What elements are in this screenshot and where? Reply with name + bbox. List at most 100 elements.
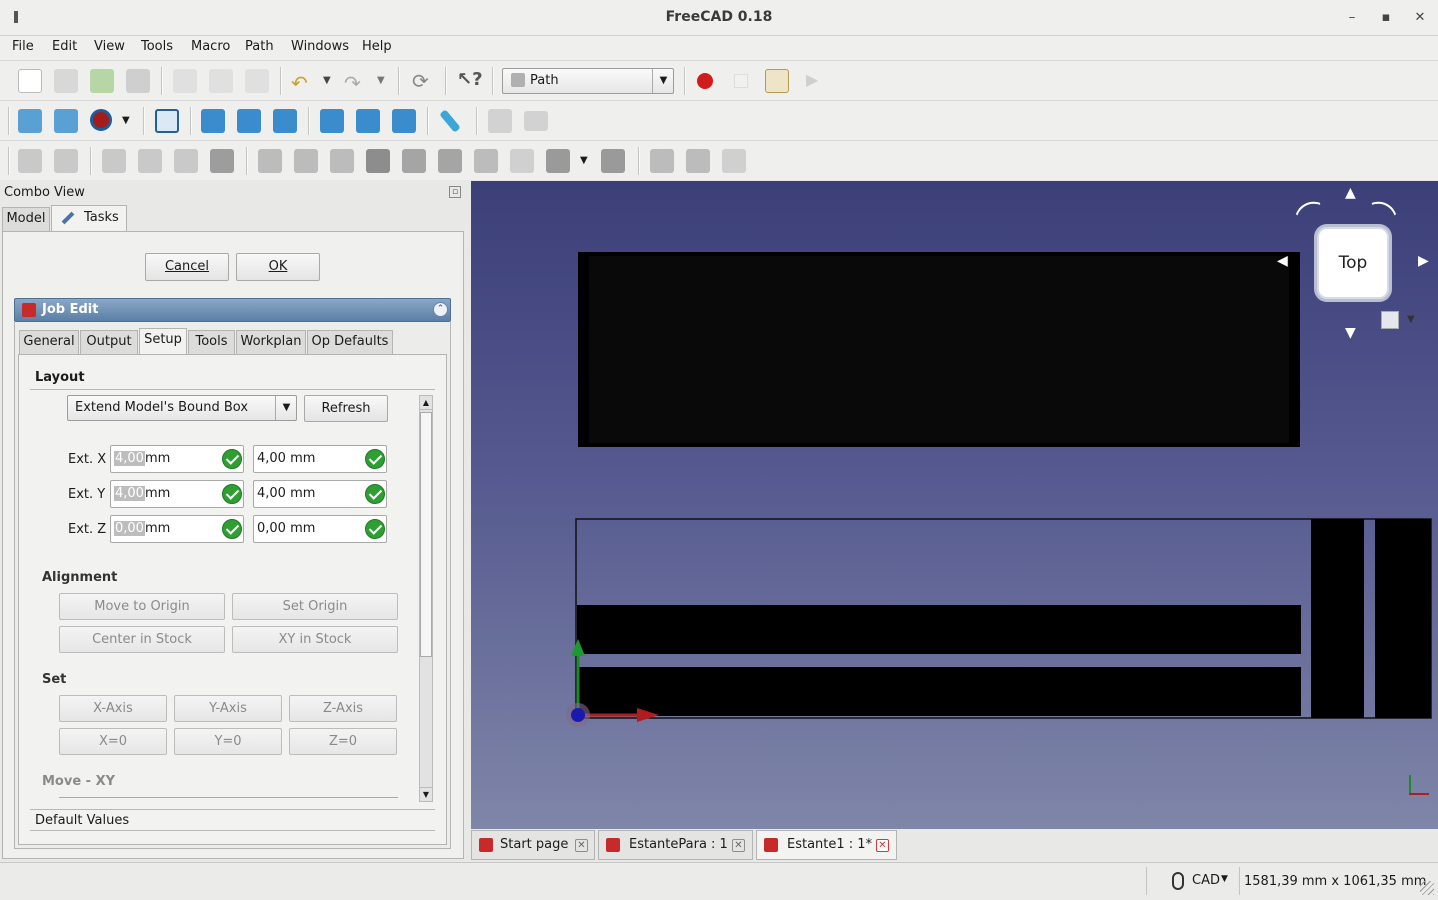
tab-model[interactable]: Model <box>2 207 50 231</box>
record-macro-icon[interactable] <box>697 73 713 89</box>
execute-macro-icon[interactable]: ▶ <box>806 70 818 89</box>
tab-setup[interactable]: Setup <box>139 328 187 354</box>
ext-z-min-field[interactable]: 0,00 mm <box>110 515 244 543</box>
layout-scrollbar[interactable]: ▲ ▼ <box>419 395 433 802</box>
z0-button[interactable]: Z=0 <box>289 728 397 755</box>
redo-icon[interactable]: ↷ <box>344 71 361 95</box>
z-axis-button[interactable]: Z-Axis <box>289 695 397 722</box>
scroll-thumb[interactable] <box>420 412 432 657</box>
tool-change-icon[interactable] <box>138 149 162 173</box>
minimize-icon[interactable]: – <box>1342 8 1362 28</box>
sanity-icon[interactable] <box>722 149 746 173</box>
profile-edges-icon[interactable] <box>294 149 318 173</box>
collapse-icon[interactable]: ⌃ <box>433 302 448 317</box>
part-icon[interactable] <box>488 109 512 133</box>
fit-all-icon[interactable] <box>18 109 42 133</box>
chevron-down-icon[interactable]: ▼ <box>580 155 588 166</box>
front-view-icon[interactable] <box>201 109 225 133</box>
rotate-right-icon[interactable]: ▶ <box>1418 253 1429 269</box>
x-axis-button[interactable]: X-Axis <box>59 695 167 722</box>
undo-dropdown-icon[interactable]: ▼ <box>323 75 331 86</box>
tab-output[interactable]: Output <box>80 330 138 354</box>
y0-button[interactable]: Y=0 <box>174 728 282 755</box>
chevron-down-icon[interactable]: ▼ <box>1407 314 1415 325</box>
layout-mode-select[interactable]: Extend Model's Bound Box ▼ <box>67 395 297 421</box>
close-icon[interactable]: ✕ <box>732 839 745 852</box>
pocket-shape-icon[interactable] <box>366 149 390 173</box>
tab-general[interactable]: General <box>19 330 79 354</box>
xy-in-stock-button[interactable]: XY in Stock <box>232 626 398 653</box>
ext-y-min-field[interactable]: 4,00 mm <box>110 480 244 508</box>
stop-icon[interactable] <box>210 149 234 173</box>
tab-tasks[interactable]: Tasks <box>51 205 127 231</box>
3d-viewport[interactable]: Top ▲ ▼ ▶ ◀ ⌒ ⌒ ▼ <box>471 181 1438 829</box>
fit-selection-icon[interactable] <box>54 109 78 133</box>
undo-icon[interactable]: ↶ <box>291 71 308 95</box>
left-view-icon[interactable] <box>392 109 416 133</box>
rotate-left-icon[interactable]: ◀ <box>1277 253 1288 269</box>
job-icon[interactable] <box>18 149 42 173</box>
top-view-icon[interactable] <box>237 109 261 133</box>
move-to-origin-button[interactable]: Move to Origin <box>59 593 225 620</box>
draw-style-icon[interactable] <box>90 109 112 131</box>
close-icon[interactable]: ✕ <box>876 839 889 852</box>
menu-view[interactable]: View <box>94 39 125 54</box>
cancel-button[interactable]: Cancel <box>145 253 229 281</box>
doc-tab-estantepara[interactable]: EstantePara : 1 ✕ <box>598 830 753 860</box>
cut-icon[interactable] <box>173 69 197 93</box>
undock-icon[interactable]: ▫ <box>449 186 461 198</box>
tab-op-defaults[interactable]: Op Defaults <box>307 330 393 354</box>
measure-icon[interactable] <box>439 109 461 133</box>
x0-button[interactable]: X=0 <box>59 728 167 755</box>
menu-edit[interactable]: Edit <box>52 39 77 54</box>
pocket-icon[interactable] <box>330 149 354 173</box>
face-icon[interactable] <box>438 149 462 173</box>
menu-macro[interactable]: Macro <box>191 39 230 54</box>
rotate-down-icon[interactable]: ▼ <box>1345 325 1356 341</box>
right-view-icon[interactable] <box>273 109 297 133</box>
y-axis-button[interactable]: Y-Axis <box>174 695 282 722</box>
center-in-stock-button[interactable]: Center in Stock <box>59 626 225 653</box>
post-process-icon[interactable] <box>54 149 78 173</box>
doc-tab-estante1[interactable]: Estante1 : 1* ✕ <box>756 830 897 860</box>
open-file-icon[interactable] <box>54 69 78 93</box>
dressup-icon[interactable] <box>601 149 625 173</box>
print-icon[interactable] <box>126 69 150 93</box>
menu-file[interactable]: File <box>12 39 34 54</box>
menu-windows[interactable]: Windows <box>291 39 349 54</box>
navigation-cube[interactable]: Top <box>1317 227 1389 299</box>
view-menu-cube-icon[interactable] <box>1381 311 1399 329</box>
workbench-selector[interactable]: Path ▼ <box>502 68 674 94</box>
scroll-down-icon[interactable]: ▼ <box>420 787 432 801</box>
new-file-icon[interactable] <box>18 69 42 93</box>
menu-tools[interactable]: Tools <box>141 39 173 54</box>
copy-icon[interactable] <box>209 69 233 93</box>
ext-x-max-field[interactable]: 4,00 mm <box>253 445 387 473</box>
refresh-button[interactable]: Refresh <box>304 395 388 422</box>
engrave-icon[interactable] <box>510 149 534 173</box>
doc-tab-start-page[interactable]: Start page ✕ <box>471 830 595 860</box>
rear-view-icon[interactable] <box>320 109 344 133</box>
rotate-up-icon[interactable]: ▲ <box>1345 185 1356 201</box>
ext-z-max-field[interactable]: 0,00 mm <box>253 515 387 543</box>
paste-icon[interactable] <box>245 69 269 93</box>
whats-this-icon[interactable]: ↖? <box>457 69 483 90</box>
menu-path[interactable]: Path <box>245 39 274 54</box>
array-icon[interactable] <box>650 149 674 173</box>
redo-dropdown-icon[interactable]: ▼ <box>377 75 385 86</box>
default-values-section[interactable]: Default Values <box>30 809 435 831</box>
scroll-up-icon[interactable]: ▲ <box>420 396 432 410</box>
bottom-view-icon[interactable] <box>356 109 380 133</box>
simple-copy-icon[interactable] <box>686 149 710 173</box>
ok-button[interactable]: OK <box>236 253 320 281</box>
comment-icon[interactable] <box>174 149 198 173</box>
macros-icon[interactable] <box>765 69 789 93</box>
tool-controller-icon[interactable] <box>102 149 126 173</box>
profile-faces-icon[interactable] <box>258 149 282 173</box>
menu-help[interactable]: Help <box>362 39 392 54</box>
3d-pocket-icon[interactable] <box>546 149 570 173</box>
close-icon[interactable]: ✕ <box>575 839 588 852</box>
maximize-icon[interactable]: ▪ <box>1376 8 1396 28</box>
close-icon[interactable]: ✕ <box>1410 8 1430 28</box>
tab-workplan[interactable]: Workplan <box>236 330 306 354</box>
